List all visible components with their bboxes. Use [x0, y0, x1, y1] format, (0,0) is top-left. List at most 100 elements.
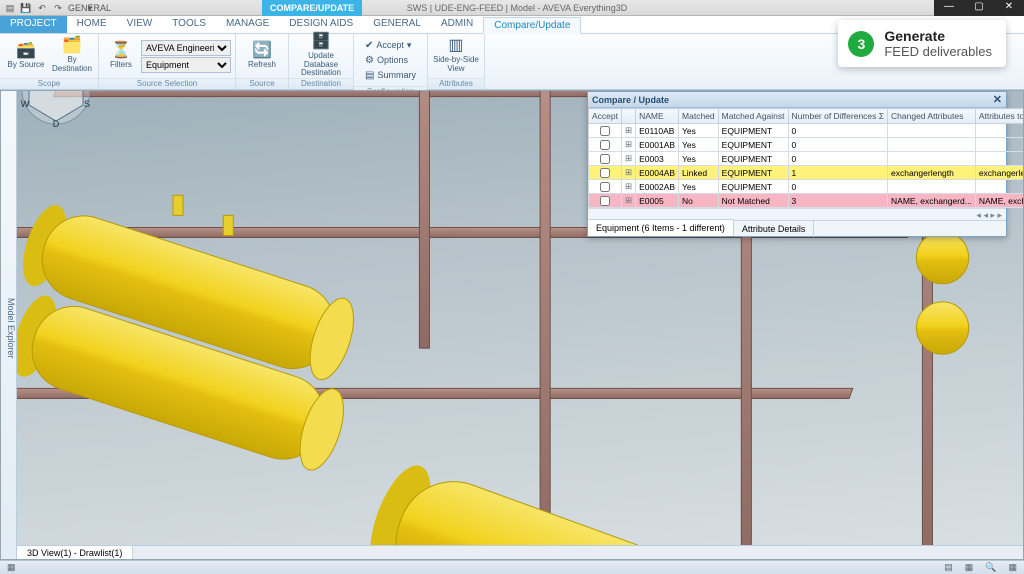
status-grid-icon[interactable]: ▦: [1005, 562, 1020, 573]
expand-cell[interactable]: ⊞: [622, 152, 636, 166]
expand-cell[interactable]: ⊞: [622, 180, 636, 194]
qat-redo-icon[interactable]: ↷: [52, 2, 64, 14]
panel-tab-equipment[interactable]: Equipment (6 Items - 1 different): [588, 219, 734, 236]
panel-close-icon[interactable]: ✕: [993, 93, 1002, 106]
expand-cell[interactable]: ⊞: [622, 138, 636, 152]
qat-undo-icon[interactable]: ↶: [36, 2, 48, 14]
update-database-button[interactable]: 🗄️ Update Database Destination: [293, 36, 349, 76]
3d-viewport[interactable]: U D E N S W Compare / Update ✕ Accept NA…: [17, 91, 1023, 545]
table-row[interactable]: ⊞E0003YesEQUIPMENT0False: [589, 152, 1024, 166]
accept-cell[interactable]: [589, 180, 622, 194]
summary-button[interactable]: ▤Summary: [362, 68, 419, 82]
side-by-side-button[interactable]: ▥ Side-by-Side View: [432, 36, 480, 76]
accept-checkbox[interactable]: [600, 154, 610, 164]
accept-checkbox[interactable]: [600, 126, 610, 136]
tab-home[interactable]: HOME: [67, 16, 117, 33]
changed-cell: exchangerlength: [888, 166, 976, 180]
tab-admin[interactable]: ADMIN: [431, 16, 483, 33]
col-accept[interactable]: Accept: [589, 109, 622, 124]
cube-w[interactable]: W: [21, 99, 30, 109]
col-matched[interactable]: Matched: [679, 109, 719, 124]
expand-cell[interactable]: ⊞: [622, 166, 636, 180]
cube-s[interactable]: S: [84, 99, 90, 109]
accept-cell[interactable]: [589, 124, 622, 138]
panel-header[interactable]: Compare / Update ✕: [588, 92, 1006, 108]
qat-dropdown-icon[interactable]: ▾: [84, 2, 96, 14]
status-bar: ▦ ▤ ▦ 🔍 ▦: [0, 560, 1024, 574]
status-icon[interactable]: ▦: [4, 562, 19, 573]
col-matched-against[interactable]: Matched Against: [718, 109, 788, 124]
table-row[interactable]: ⊞E0005NoNot Matched3NAME, exchangerd...N…: [589, 194, 1024, 208]
filters-button[interactable]: ⏳ Filters: [103, 36, 139, 76]
status-layers-icon[interactable]: ▤: [941, 562, 956, 573]
table-row[interactable]: ⊞E0001ABYesEQUIPMENT0False: [589, 138, 1024, 152]
accept-checkbox[interactable]: [600, 196, 610, 206]
table-row[interactable]: ⊞E0110ABYesEQUIPMENT0False: [589, 124, 1024, 138]
against-cell: EQUIPMENT: [718, 152, 788, 166]
view-tab-3d[interactable]: 3D View(1) - Drawlist(1): [17, 546, 133, 559]
accept-cell[interactable]: [589, 138, 622, 152]
accept-cell[interactable]: [589, 152, 622, 166]
close-button[interactable]: ✕: [994, 0, 1024, 16]
tab-view[interactable]: VIEW: [117, 16, 163, 33]
engineering-source-combo[interactable]: AVEVA Engineering: [141, 40, 231, 56]
qat-icon[interactable]: ▤: [4, 2, 16, 14]
group-configuration: ✔Accept▾ ⚙Options ▤Summary Configuration: [354, 34, 428, 89]
tab-compare-update[interactable]: Compare/Update: [483, 17, 581, 34]
minimize-button[interactable]: —: [934, 0, 964, 16]
col-attrs-update[interactable]: Attributes to be Updated: [975, 109, 1023, 124]
window-buttons: — ▢ ✕: [934, 0, 1024, 16]
col-changed-attrs[interactable]: Changed Attributes: [888, 109, 976, 124]
name-cell: E0005: [636, 194, 679, 208]
equipment-combo[interactable]: Equipment: [141, 57, 231, 73]
accept-checkbox[interactable]: [600, 168, 610, 178]
tab-project[interactable]: PROJECT: [0, 16, 67, 33]
against-cell: EQUIPMENT: [718, 124, 788, 138]
accept-button[interactable]: ✔Accept▾: [362, 38, 419, 52]
chevron-down-icon: ▾: [407, 40, 412, 51]
side-by-side-label: Side-by-Side View: [432, 56, 480, 74]
tab-general[interactable]: GENERAL: [363, 16, 431, 33]
by-destination-button[interactable]: 🗂️ By Destination: [50, 36, 94, 76]
columns-icon: ▥: [448, 38, 463, 54]
col-name[interactable]: NAME: [636, 109, 679, 124]
tab-tools[interactable]: TOOLS: [162, 16, 216, 33]
expand-cell[interactable]: ⊞: [622, 194, 636, 208]
col-diff-count[interactable]: Number of Differences Σ: [788, 109, 888, 124]
diff-cell: 1: [788, 166, 888, 180]
source-icon: 🗃️: [16, 43, 36, 59]
accept-cell[interactable]: [589, 166, 622, 180]
update-cell: [975, 152, 1023, 166]
refresh-button[interactable]: 🔄 Refresh: [240, 36, 284, 76]
status-zoom-icon[interactable]: 🔍: [982, 562, 999, 573]
qat-save-icon[interactable]: 💾: [20, 2, 32, 14]
diff-cell: 0: [788, 152, 888, 166]
name-cell: E0003: [636, 152, 679, 166]
group-destination: 🗄️ Update Database Destination Destinati…: [289, 34, 354, 89]
model-explorer-rail[interactable]: Model Explorer: [1, 91, 17, 559]
cube-d[interactable]: D: [53, 119, 60, 129]
expand-cell[interactable]: ⊞: [622, 124, 636, 138]
update-cell: NAME, exchangerdiame...: [975, 194, 1023, 208]
accept-checkbox[interactable]: [600, 182, 610, 192]
status-palette-icon[interactable]: ▦: [962, 562, 977, 573]
tab-manage[interactable]: MANAGE: [216, 16, 279, 33]
accept-checkbox[interactable]: [600, 140, 610, 150]
table-row[interactable]: ⊞E0002ABYesEQUIPMENT0False: [589, 180, 1024, 194]
step-callout: 3 Generate FEED deliverables: [838, 20, 1006, 67]
table-row[interactable]: ⊞E0004ABLinkedEQUIPMENT1exchangerlengthe…: [589, 166, 1024, 180]
by-source-button[interactable]: 🗃️ By Source: [4, 36, 48, 76]
panel-tab-attribute-details[interactable]: Attribute Details: [734, 221, 815, 237]
tab-design-aids[interactable]: DESIGN AIDS: [279, 16, 363, 33]
group-source-label: Source: [236, 78, 288, 89]
update-database-label: Update Database Destination: [293, 52, 349, 78]
name-cell: E0004AB: [636, 166, 679, 180]
col-expand[interactable]: [622, 109, 636, 124]
compare-update-panel: Compare / Update ✕ Accept NAME Matched M…: [587, 91, 1007, 237]
update-cell: [975, 138, 1023, 152]
options-button[interactable]: ⚙Options: [362, 53, 419, 67]
group-source-selection-label: Source Selection: [99, 78, 235, 89]
maximize-button[interactable]: ▢: [964, 0, 994, 16]
panel-title: Compare / Update: [592, 95, 669, 105]
accept-cell[interactable]: [589, 194, 622, 208]
